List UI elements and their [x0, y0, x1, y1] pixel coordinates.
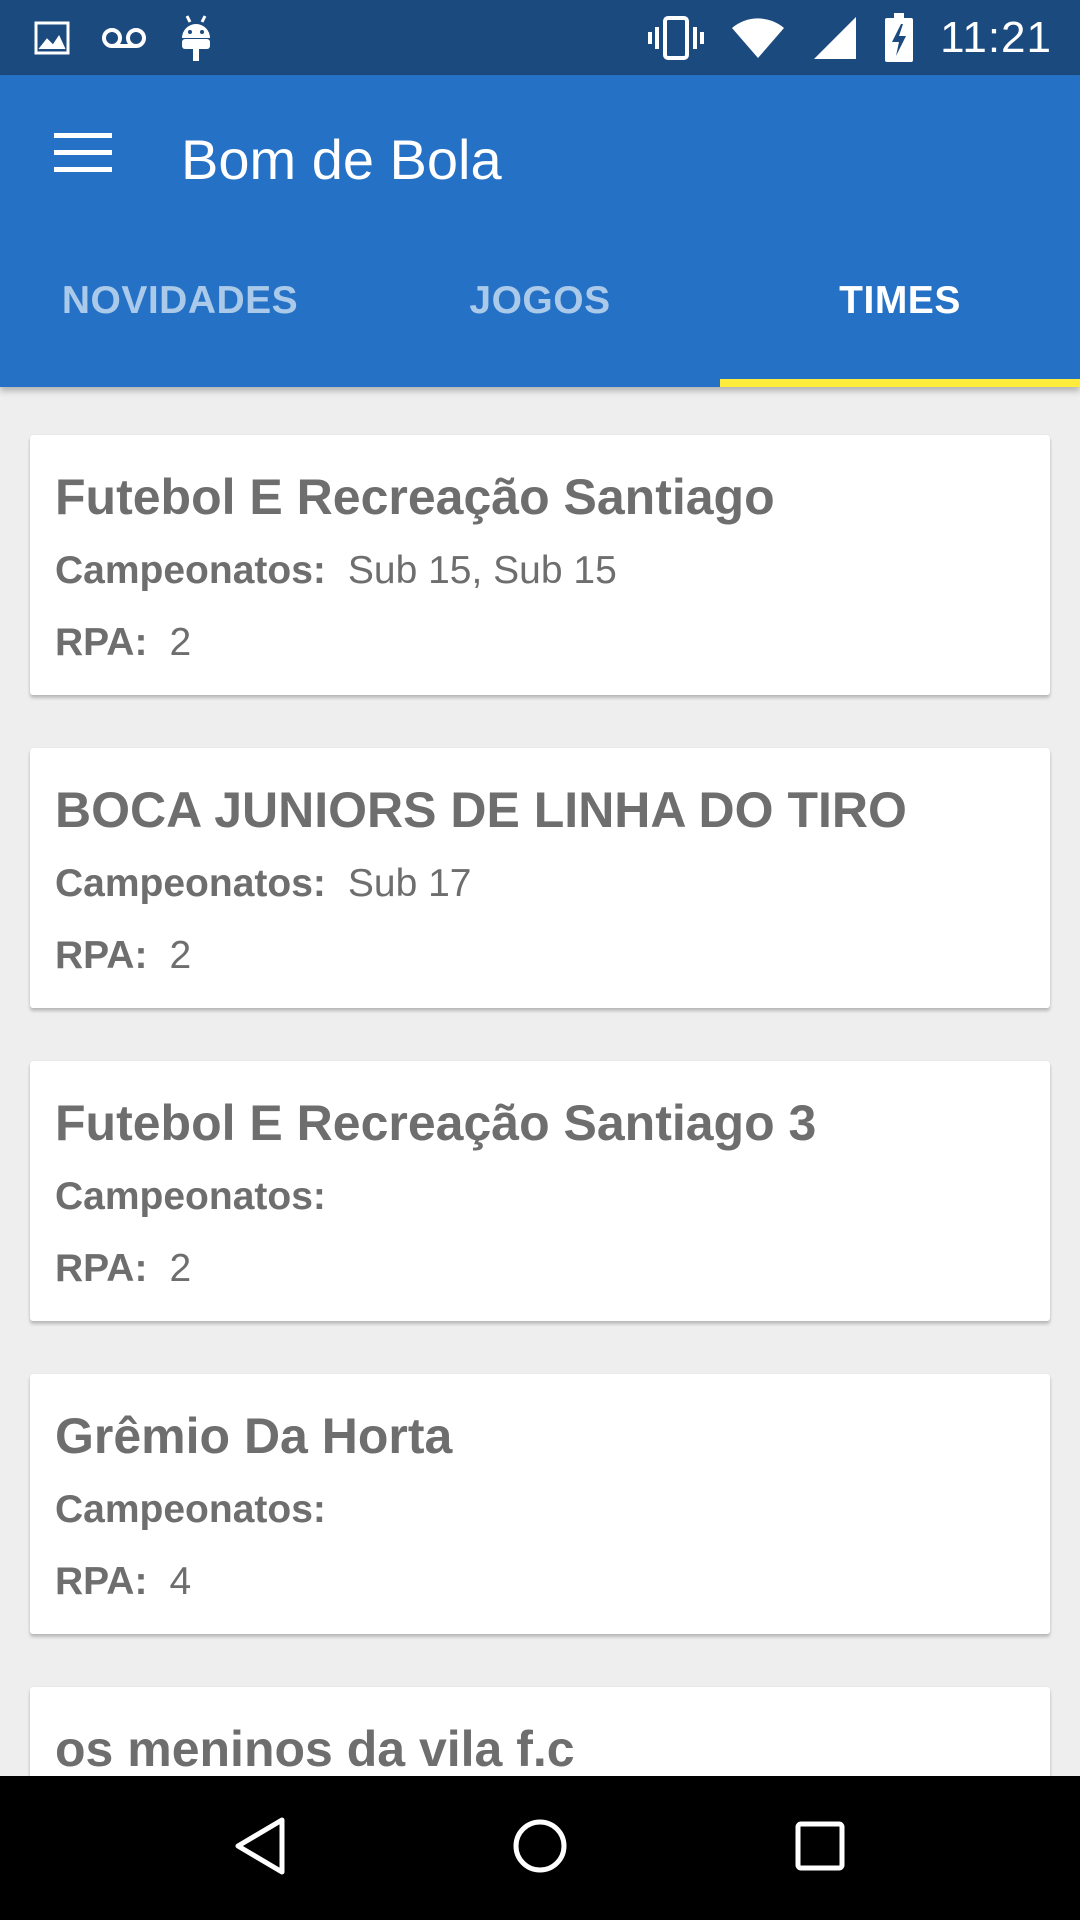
hamburger-menu-icon — [54, 131, 112, 180]
vibrate-icon — [648, 15, 705, 61]
team-card[interactable]: Grêmio Da Horta Campeonatos: RPA: 4 — [30, 1374, 1050, 1634]
rpa-value: 2 — [169, 1247, 192, 1290]
tab-label: NOVIDADES — [61, 279, 299, 322]
app-title: Bom de Bola — [181, 128, 502, 191]
team-card[interactable]: BOCA JUNIORS DE LINHA DO TIRO Campeonato… — [30, 748, 1050, 1008]
status-time: 11:21 — [940, 12, 1052, 62]
back-icon — [230, 1814, 290, 1883]
recents-icon — [792, 1818, 848, 1879]
menu-button[interactable] — [40, 125, 126, 185]
rpa-row: RPA: 2 — [55, 1239, 1025, 1299]
app-screen: 11:21 Bom de Bola NOVIDADES JOGOS TIMES … — [0, 0, 1080, 1920]
rpa-label: RPA: — [55, 1560, 148, 1603]
toolbar: Bom de Bola — [0, 75, 1080, 245]
campeonatos-row: Campeonatos: Sub 15, Sub 15 — [55, 541, 1025, 601]
status-right-icons: 11:21 — [648, 12, 1052, 63]
rpa-value: 4 — [169, 1560, 192, 1603]
tab-times[interactable]: TIMES — [720, 245, 1080, 387]
team-name: Futebol E Recreação Santiago 3 — [55, 1095, 817, 1151]
home-button[interactable] — [480, 1788, 600, 1908]
rpa-label: RPA: — [55, 621, 148, 664]
android-icon — [178, 14, 214, 62]
team-name: Futebol E Recreação Santiago — [55, 469, 775, 525]
navigation-bar — [0, 1776, 1080, 1920]
tab-label: TIMES — [839, 279, 961, 322]
team-name: Grêmio Da Horta — [55, 1408, 453, 1464]
team-card[interactable]: os meninos da vila f.c — [30, 1687, 1050, 1776]
campeonatos-row: Campeonatos: — [55, 1480, 1025, 1540]
campeonatos-row: Campeonatos: — [55, 1167, 1025, 1227]
back-button[interactable] — [200, 1788, 320, 1908]
campeonatos-label: Campeonatos: — [55, 862, 326, 905]
recents-button[interactable] — [760, 1788, 880, 1908]
campeonatos-label: Campeonatos: — [55, 549, 326, 592]
cell-signal-icon — [812, 15, 858, 61]
team-card[interactable]: Futebol E Recreação Santiago 3 Campeonat… — [30, 1061, 1050, 1321]
tab-bar: NOVIDADES JOGOS TIMES — [0, 245, 1080, 387]
teams-list[interactable]: Futebol E Recreação Santiago Campeonatos… — [0, 387, 1080, 1776]
battery-charging-icon — [884, 12, 914, 63]
campeonatos-value: Sub 17 — [347, 862, 472, 905]
rpa-value: 2 — [169, 934, 192, 977]
rpa-label: RPA: — [55, 1247, 148, 1290]
wifi-icon — [730, 16, 786, 60]
campeonatos-row: Campeonatos: Sub 17 — [55, 854, 1025, 914]
voicemail-icon — [100, 25, 148, 51]
team-card[interactable]: Futebol E Recreação Santiago Campeonatos… — [30, 435, 1050, 695]
rpa-row: RPA: 2 — [55, 926, 1025, 986]
tab-indicator — [720, 379, 1080, 387]
tab-jogos[interactable]: JOGOS — [360, 245, 720, 387]
rpa-value: 2 — [169, 621, 192, 664]
team-name: os meninos da vila f.c — [55, 1721, 575, 1776]
team-name: BOCA JUNIORS DE LINHA DO TIRO — [55, 782, 907, 838]
rpa-row: RPA: 4 — [55, 1552, 1025, 1612]
rpa-label: RPA: — [55, 934, 148, 977]
tab-novidades[interactable]: NOVIDADES — [0, 245, 360, 387]
status-bar: 11:21 — [0, 0, 1080, 75]
app-bar: Bom de Bola NOVIDADES JOGOS TIMES — [0, 75, 1080, 387]
home-icon — [510, 1816, 570, 1881]
campeonatos-label: Campeonatos: — [55, 1175, 326, 1218]
rpa-row: RPA: 2 — [55, 613, 1025, 673]
tab-label: JOGOS — [469, 279, 611, 322]
campeonatos-value: Sub 15, Sub 15 — [347, 549, 617, 592]
status-left-icons — [34, 14, 214, 62]
campeonatos-label: Campeonatos: — [55, 1488, 326, 1531]
image-icon — [34, 21, 70, 55]
